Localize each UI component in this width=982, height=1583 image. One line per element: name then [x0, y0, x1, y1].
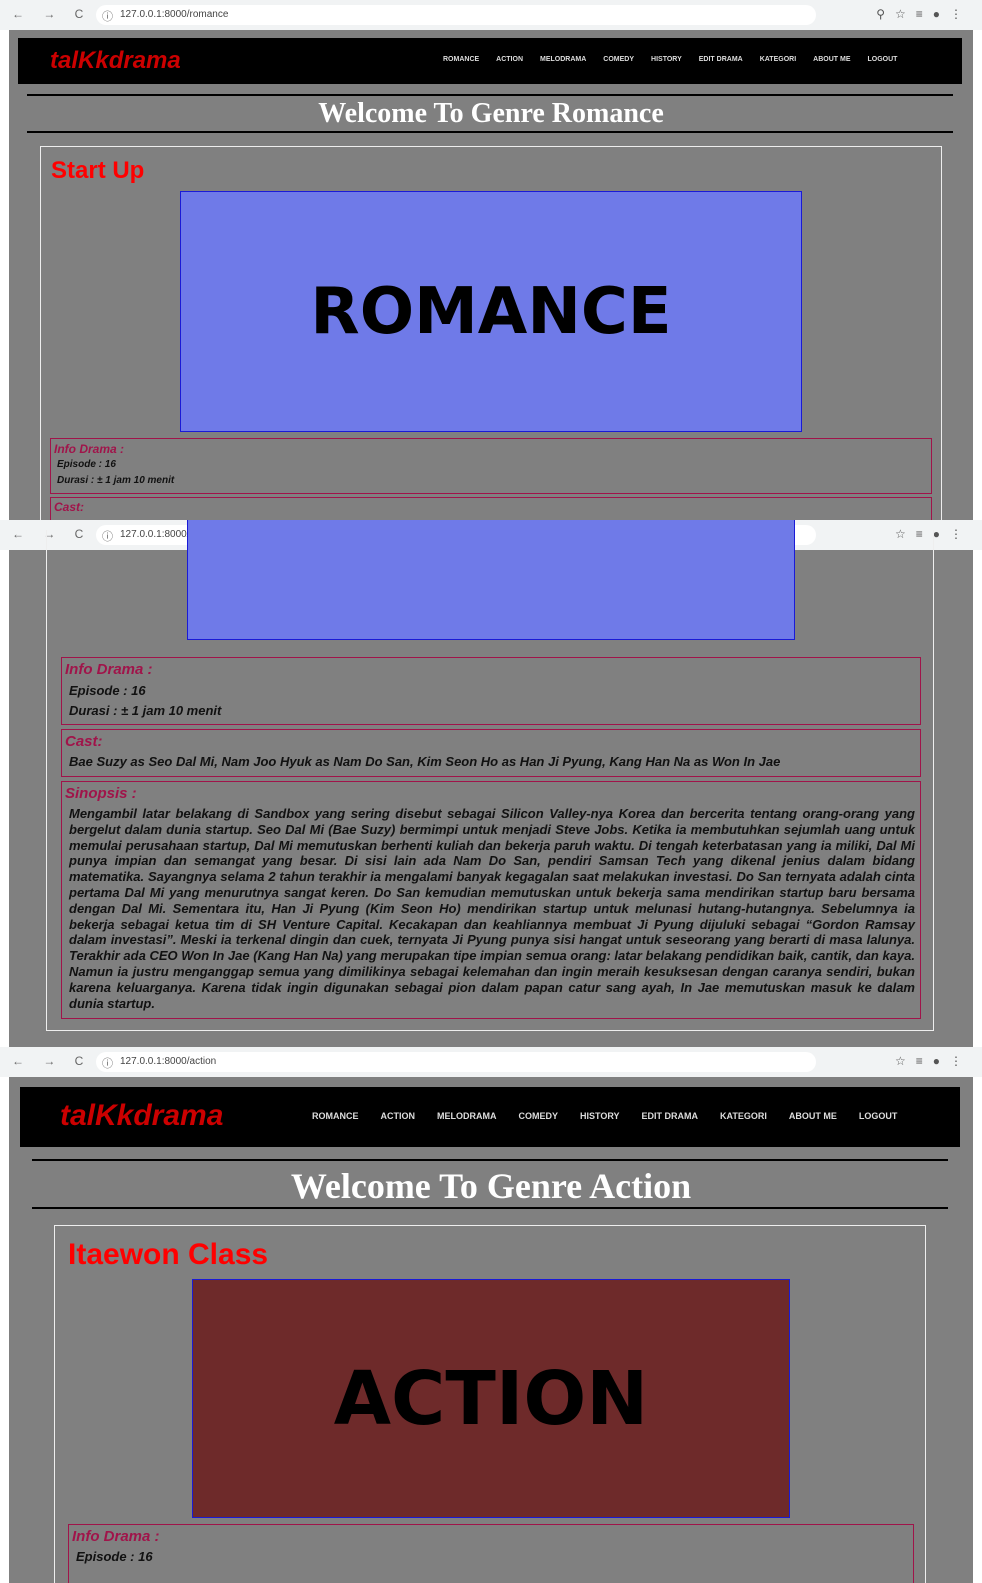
durasi-text: Durasi : ± 1 jam 10 menit — [57, 475, 175, 486]
drama-card: Start Up ROMANCE Info Drama : Episode : … — [40, 146, 942, 520]
nav-logout[interactable]: LOGOUT — [868, 56, 898, 63]
info-drama-box: Info Drama : Episode : 16 — [68, 1524, 914, 1583]
nav-menu: ROMANCE ACTION MELODRAMA COMEDY HISTORY … — [312, 1111, 897, 1121]
address-bar[interactable]: ⓘ 127.0.0.1:8000/action — [96, 1052, 816, 1072]
nav-romance[interactable]: ROMANCE — [312, 1111, 359, 1121]
drama-card: Itaewon Class ACTION Info Drama : Episod… — [54, 1225, 926, 1583]
page-title: Welcome To Genre Romance — [318, 98, 664, 129]
genre-banner: ACTION — [192, 1279, 790, 1518]
info-drama-box: Info Drama : Episode : 16 Durasi : ± 1 j… — [50, 438, 932, 494]
info-drama-box: Info Drama : Episode : 16 Durasi : ± 1 j… — [61, 657, 921, 725]
browser-nav-buttons[interactable]: ← → C — [12, 7, 91, 21]
drama-card: ROMANCE Info Drama : Episode : 16 Durasi… — [46, 520, 934, 1031]
cast-box: Cast: Bae Suzy as Seo Dal Mi, Nam Joo Hy… — [61, 729, 921, 777]
episode-text: Episode : 16 — [69, 683, 146, 698]
info-drama-label: Info Drama : — [54, 442, 125, 456]
genre-banner: ROMANCE — [180, 191, 802, 432]
cast-label: Cast: — [54, 500, 85, 514]
navbar: talKkdrama ROMANCE ACTION MELODRAMA COME… — [18, 38, 962, 84]
url-text: 127.0.0.1:8000/action — [120, 1056, 217, 1067]
episode-text: Episode : 16 — [76, 1549, 153, 1564]
nav-edit-drama[interactable]: EDIT DRAMA — [699, 56, 743, 63]
screenshot-action-top: ← → C ⓘ 127.0.0.1:8000/action ☆≡●⋮ talKk… — [0, 1047, 982, 1583]
nav-history[interactable]: HISTORY — [580, 1111, 620, 1121]
nav-action[interactable]: ACTION — [381, 1111, 416, 1121]
nav-about-me[interactable]: ABOUT ME — [789, 1111, 837, 1121]
nav-kategori[interactable]: KATEGORI — [760, 56, 796, 63]
divider-bottom — [32, 1207, 948, 1209]
nav-comedy[interactable]: COMEDY — [603, 56, 634, 63]
divider-top — [27, 94, 953, 96]
info-icon[interactable]: ⓘ — [102, 1055, 113, 1071]
screenshot-romance-top: ← → C ⓘ 127.0.0.1:8000/romance ⚲☆≡●⋮ tal… — [0, 0, 982, 520]
brand-logo[interactable]: talKkdrama — [60, 1099, 223, 1133]
navbar: talKkdrama ROMANCE ACTION MELODRAMA COME… — [20, 1087, 960, 1147]
page-edge — [0, 550, 9, 1047]
nav-logout[interactable]: LOGOUT — [859, 1111, 898, 1121]
divider-top — [32, 1159, 948, 1161]
durasi-text: Durasi : ± 1 jam 10 menit — [69, 703, 222, 718]
page-edge — [973, 550, 982, 1047]
nav-melodrama[interactable]: MELODRAMA — [437, 1111, 497, 1121]
cast-label: Cast: — [65, 733, 103, 750]
page-edge — [0, 1077, 9, 1583]
page-edge — [973, 1077, 982, 1583]
nav-action[interactable]: ACTION — [496, 56, 523, 63]
browser-toolbar: ← → C ⓘ 127.0.0.1:8000/action ☆≡●⋮ — [0, 1047, 982, 1077]
info-drama-label: Info Drama : — [65, 661, 153, 678]
brand-logo[interactable]: talKkdrama — [50, 47, 181, 75]
info-drama-label: Info Drama : — [72, 1528, 160, 1545]
url-text: 127.0.0.1:8000/romance — [120, 9, 229, 20]
nav-history[interactable]: HISTORY — [651, 56, 682, 63]
drama-title: Start Up — [51, 157, 145, 184]
page-title: Welcome To Genre Action — [290, 1166, 692, 1206]
sinopsis-box: Sinopsis : Mengambil latar belakang di S… — [61, 781, 921, 1019]
cast-box: Cast: — [50, 497, 932, 520]
nav-kategori[interactable]: KATEGORI — [720, 1111, 767, 1121]
cast-text: Bae Suzy as Seo Dal Mi, Nam Joo Hyuk as … — [69, 754, 781, 769]
nav-comedy[interactable]: COMEDY — [519, 1111, 559, 1121]
browser-nav-buttons[interactable]: ← → C — [12, 1054, 91, 1068]
nav-romance[interactable]: ROMANCE — [443, 56, 479, 63]
browser-actions[interactable]: ⚲☆≡●⋮ — [876, 7, 972, 21]
sinopsis-label: Sinopsis : — [65, 785, 137, 802]
nav-about-me[interactable]: ABOUT ME — [813, 56, 850, 63]
genre-banner: ROMANCE — [187, 520, 795, 640]
divider-bottom — [27, 131, 953, 133]
nav-melodrama[interactable]: MELODRAMA — [540, 56, 586, 63]
browser-toolbar: ← → C ⓘ 127.0.0.1:8000/romance ⚲☆≡●⋮ — [0, 0, 982, 30]
nav-menu: ROMANCE ACTION MELODRAMA COMEDY HISTORY … — [443, 56, 897, 63]
address-bar[interactable]: ⓘ 127.0.0.1:8000/romance — [96, 5, 816, 25]
episode-text: Episode : 16 — [57, 459, 116, 470]
screenshot-romance-scrolled: ← → C ⓘ 127.0.0.1:8000/romance ☆≡●⋮ ROMA… — [0, 520, 982, 1047]
drama-title: Itaewon Class — [68, 1238, 269, 1271]
info-icon[interactable]: ⓘ — [102, 8, 113, 24]
sinopsis-text: Mengambil latar belakang di Sandbox yang… — [69, 806, 915, 1011]
nav-edit-drama[interactable]: EDIT DRAMA — [642, 1111, 699, 1121]
browser-actions[interactable]: ☆≡●⋮ — [895, 1054, 972, 1068]
